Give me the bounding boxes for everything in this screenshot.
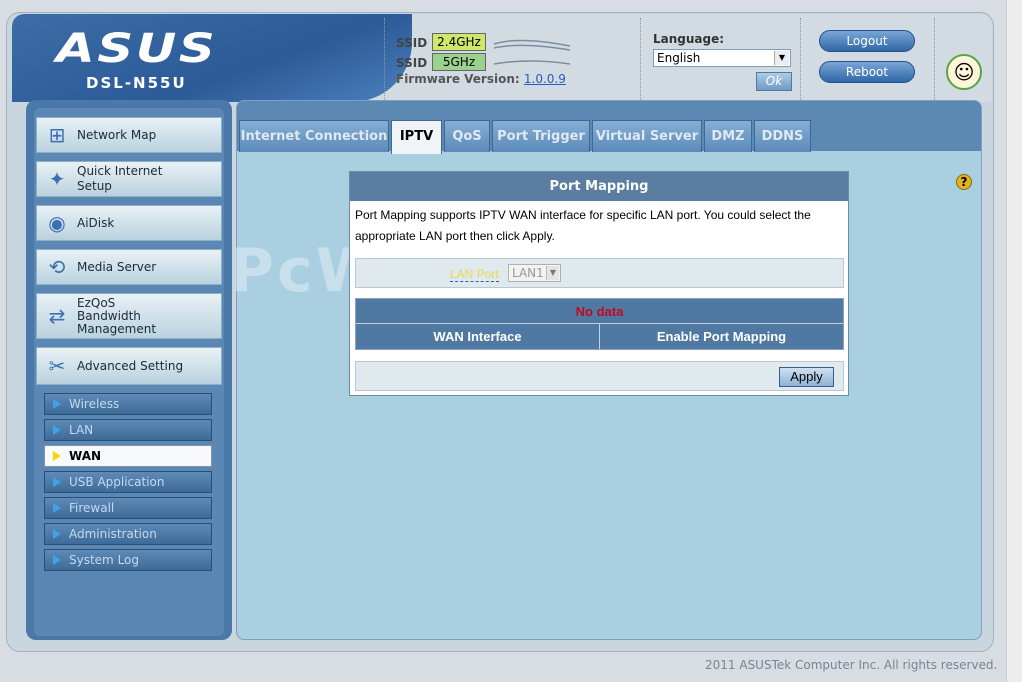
disk-icon: ◉	[48, 211, 66, 235]
triangle-right-icon	[53, 477, 61, 487]
sidebar-item-network-map[interactable]: ⊞ Network Map	[36, 117, 222, 153]
subitem-label: WAN	[69, 449, 102, 463]
tab-port-trigger[interactable]: Port Trigger	[492, 120, 590, 152]
header-divider	[640, 18, 641, 102]
sidebar-item-media-server[interactable]: ⟲ Media Server	[36, 249, 222, 285]
header: ASUS DSL-N55U SSID SSID 2.4GHz 5GHz Firm…	[12, 14, 992, 102]
triangle-right-icon	[53, 451, 61, 461]
ssid-label: SSID	[396, 56, 428, 70]
sidebar-item-label: Network Map	[77, 128, 157, 142]
tab-iptv[interactable]: IPTV	[391, 120, 442, 154]
lan-port-label: LAN Port	[450, 267, 499, 282]
copyright-footer: 2011 ASUSTek Computer Inc. All rights re…	[705, 658, 998, 672]
apply-button[interactable]: Apply	[779, 367, 834, 387]
sidebar-subitem-lan[interactable]: LAN	[44, 419, 212, 441]
subitem-label: System Log	[69, 553, 139, 567]
port-mapping-panel: Port Mapping Port Mapping supports IPTV …	[349, 171, 849, 396]
chevron-down-icon: ▼	[546, 266, 559, 280]
subitem-label: Firewall	[69, 501, 115, 515]
sidebar-item-label: Advanced Setting	[77, 359, 184, 373]
sidebar-item-aidisk[interactable]: ◉ AiDisk	[36, 205, 222, 241]
sidebar-subitem-system-log[interactable]: System Log	[44, 549, 212, 571]
triangle-right-icon	[53, 555, 61, 565]
triangle-right-icon	[53, 425, 61, 435]
sidebar-item-ezqos[interactable]: ⇄ EzQoS Bandwidth Management	[36, 293, 222, 339]
asus-logo: ASUS	[56, 26, 218, 72]
logo-area: ASUS DSL-N55U	[12, 14, 412, 102]
subitem-label: Administration	[69, 527, 157, 541]
ssid-label: SSID	[396, 36, 428, 50]
language-select[interactable]: English ▼	[653, 49, 791, 67]
magic-wand-icon: ✦	[48, 167, 66, 191]
sidebar-item-label: AiDisk	[77, 216, 115, 230]
user-avatar-icon[interactable]: ☺	[946, 54, 982, 90]
tools-icon: ✂	[48, 354, 66, 378]
network-map-icon: ⊞	[48, 123, 66, 147]
sidebar-subitem-administration[interactable]: Administration	[44, 523, 212, 545]
tab-ddns[interactable]: DDNS	[754, 120, 811, 152]
lan-port-select[interactable]: LAN1 ▼	[508, 264, 561, 282]
sidebar-item-label: EzQoS Bandwidth Management	[77, 295, 157, 336]
firmware-version-link[interactable]: 1.0.0.9	[524, 72, 566, 86]
tab-dmz[interactable]: DMZ	[704, 120, 752, 152]
subitem-label: USB Application	[69, 475, 165, 489]
firmware-label: Firmware Version:	[396, 72, 520, 86]
media-icon: ⟲	[48, 255, 66, 279]
column-header-enable-port-mapping: Enable Port Mapping	[656, 329, 787, 344]
header-divider	[384, 18, 385, 102]
tab-virtual-server[interactable]: Virtual Server	[592, 120, 702, 152]
table-header-row: WAN Interface Enable Port Mapping	[356, 324, 843, 349]
subitem-label: Wireless	[69, 397, 120, 411]
language-ok-button[interactable]: Ok	[756, 72, 792, 91]
logout-button[interactable]: Logout	[819, 30, 915, 52]
sidebar-item-advanced-setting[interactable]: ✂ Advanced Setting	[36, 347, 222, 385]
reboot-button[interactable]: Reboot	[819, 61, 915, 83]
header-divider	[934, 18, 935, 102]
sidebar-item-label: Media Server	[77, 260, 157, 274]
triangle-right-icon	[53, 503, 61, 513]
column-header-wan-interface: WAN Interface	[356, 324, 600, 349]
sidebar-subitem-wan[interactable]: WAN	[44, 445, 212, 467]
ssid-signal-icon	[493, 39, 571, 65]
scrollbar[interactable]	[1006, 0, 1022, 682]
tab-internet-connection[interactable]: Internet Connection	[239, 120, 389, 152]
sidebar-item-quick-internet-setup[interactable]: ✦ Quick Internet Setup	[36, 161, 222, 197]
sidebar-subitem-firewall[interactable]: Firewall	[44, 497, 212, 519]
panel-title: Port Mapping	[350, 172, 848, 201]
help-icon[interactable]: ?	[956, 174, 972, 190]
sidebar-subitem-wireless[interactable]: Wireless	[44, 393, 212, 415]
language-label: Language:	[653, 32, 725, 46]
no-data-message: No data	[356, 299, 843, 324]
chevron-down-icon: ▼	[774, 51, 789, 65]
band-5ghz-badge[interactable]: 5GHz	[432, 53, 486, 71]
sidebar-subitem-usb-application[interactable]: USB Application	[44, 471, 212, 493]
tab-bar: Internet Connection IPTV QoS Port Trigge…	[237, 101, 981, 154]
qos-icon: ⇄	[48, 304, 66, 328]
sidebar-item-label: Quick Internet Setup	[77, 164, 163, 193]
language-value: English	[657, 51, 701, 65]
model-name: DSL-N55U	[86, 74, 187, 92]
lan-port-row: LAN Port LAN1 ▼	[355, 258, 844, 288]
triangle-right-icon	[53, 529, 61, 539]
lan-port-value: LAN1	[512, 266, 544, 280]
panel-description: Port Mapping supports IPTV WAN interface…	[355, 208, 811, 243]
subitem-label: LAN	[69, 423, 94, 437]
tab-qos[interactable]: QoS	[444, 120, 490, 152]
firmware-info: Firmware Version: 1.0.0.9	[396, 72, 566, 86]
header-divider	[800, 18, 801, 102]
port-mapping-table: No data WAN Interface Enable Port Mappin…	[355, 298, 844, 350]
triangle-right-icon	[53, 399, 61, 409]
apply-row: Apply	[355, 361, 844, 391]
band-24ghz-badge[interactable]: 2.4GHz	[432, 33, 486, 51]
